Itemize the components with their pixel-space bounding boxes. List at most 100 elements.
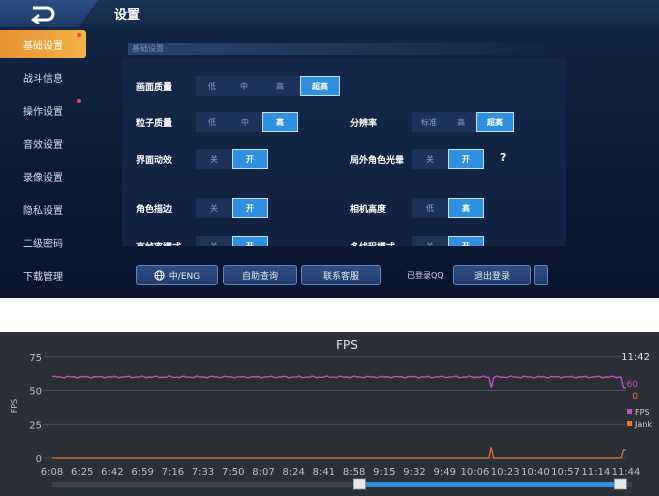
x-tick-label: 8:24 — [282, 467, 304, 478]
setting-label: 局外角色光晕 — [350, 156, 405, 166]
setting-option[interactable]: 关 — [412, 236, 448, 247]
setting-option[interactable]: 开 — [448, 236, 484, 246]
settings-rows: 画面质量低中高超高 粒子质量低中高分辨率 标准高超高 界面动效关开局外角色光晕关开角色… — [100, 34, 648, 246]
logout-label: 退出登录 — [473, 271, 510, 282]
fps-chart: FPS FPS 0 25 50 75 6:08 6:25 6:42 6:59 7:16 7:33 7:5… — [0, 332, 659, 496]
setting-option[interactable]: 开 — [232, 236, 268, 246]
sidebar-item[interactable]: 隐私设置 — [0, 195, 86, 223]
sidebar-item[interactable]: 操作设置 — [0, 96, 86, 124]
setting-option[interactable]: 高 — [446, 112, 476, 132]
setting-label: 角色描边 — [136, 205, 173, 215]
range-handle[interactable] — [352, 478, 366, 490]
login-status: 已登录QQ — [407, 271, 444, 280]
setting-segmented-control: 低中高 — [196, 112, 298, 132]
setting-option[interactable]: 关 — [196, 149, 232, 169]
sidebar-item[interactable]: 二级密码 — [0, 228, 86, 256]
page: 设置 基础设置战斗信息操作设置音效设置录像设置隐私设置二级密码下载管理 基础设置… — [0, 0, 659, 496]
game-settings-window: 设置 基础设置战斗信息操作设置音效设置录像设置隐私设置二级密码下载管理 基础设置… — [0, 0, 659, 298]
y-tick-label: 0 — [36, 454, 42, 465]
notification-dot — [77, 33, 81, 37]
setting-option[interactable]: 高 — [448, 198, 484, 218]
range-handle[interactable] — [614, 478, 627, 490]
fps-chart-svg: FPS FPS 0 25 50 75 6:08 6:25 6:42 6:59 7:16 7:33 7:5… — [10, 338, 652, 490]
setting-segmented-control: 关开 — [196, 198, 268, 218]
self-query-button[interactable]: 自助查询 — [223, 265, 297, 285]
sidebar-item[interactable]: 音效设置 — [0, 129, 86, 157]
x-tick-label: 8:41 — [313, 467, 335, 478]
sidebar-item[interactable]: 录像设置 — [0, 162, 86, 190]
setting-option[interactable]: 关 — [412, 149, 448, 169]
sidebar-item[interactable]: 下载管理 — [0, 261, 86, 289]
setting-option[interactable]: 关 — [196, 236, 232, 247]
contact-support-button[interactable]: 联系客服 — [301, 265, 381, 285]
sidebar-item-label: 录像设置 — [23, 172, 63, 184]
sidebar-item-label: 音效设置 — [23, 139, 63, 151]
setting-option[interactable]: 高 — [262, 112, 298, 132]
y-tick-label: 25 — [29, 420, 42, 431]
globe-icon — [154, 269, 165, 281]
legend-fps-swatch — [627, 409, 632, 414]
back-button[interactable] — [0, 0, 98, 27]
sidebar-item[interactable]: 基础设置 — [0, 30, 86, 58]
chart-title: FPS — [336, 338, 358, 352]
setting-label: 多线程模式 — [350, 240, 395, 246]
legend-fps-label: FPS — [635, 408, 650, 417]
x-tick-label: 6:25 — [71, 467, 93, 478]
x-tick-label: 6:08 — [41, 467, 63, 478]
setting-option[interactable]: 开 — [232, 149, 268, 169]
self-query-label: 自助查询 — [241, 271, 278, 282]
legend-jank-swatch — [627, 421, 632, 426]
settings-sidebar: 基础设置战斗信息操作设置音效设置录像设置隐私设置二级密码下载管理 — [0, 30, 86, 292]
help-icon[interactable]: ? — [500, 151, 506, 164]
setting-label: 粒子质量 — [136, 119, 173, 129]
sidebar-item[interactable]: 战斗信息 — [0, 63, 86, 91]
setting-option[interactable]: 高 — [260, 76, 300, 96]
sidebar-item-label: 操作设置 — [23, 106, 63, 118]
language-label: 中/ENG — [168, 271, 201, 282]
back-arrow-icon — [30, 6, 55, 24]
x-tick-label: 8:07 — [252, 467, 274, 478]
setting-label: 画面质量 — [136, 83, 173, 93]
x-tick-label: 10:40 — [521, 467, 550, 478]
setting-option[interactable]: 开 — [448, 149, 484, 169]
top-bar: 设置 — [0, 0, 659, 27]
setting-option[interactable]: 开 — [232, 198, 268, 218]
setting-segmented-control: 关开 — [196, 236, 268, 246]
sidebar-item-label: 基础设置 — [23, 40, 63, 52]
logout-button[interactable]: 退出登录 — [453, 265, 531, 285]
x-tick-label: 10:23 — [491, 467, 520, 478]
x-tick-label: 8:58 — [343, 467, 365, 478]
x-tick-label: 11:44 — [612, 467, 641, 478]
notification-dot — [77, 99, 81, 103]
setting-segmented-control: 低中高超高 — [196, 76, 340, 96]
x-tick-label: 6:59 — [131, 467, 153, 478]
x-tick-label: 7:50 — [222, 467, 244, 478]
contact-support-label: 联系客服 — [322, 271, 359, 282]
cursor-fps-value: 60 — [627, 380, 639, 390]
x-tick-label: 10:57 — [551, 467, 580, 478]
setting-option[interactable]: 中 — [228, 112, 262, 132]
cursor-time-label: 11:42 — [621, 352, 650, 363]
setting-option[interactable]: 超高 — [300, 76, 340, 96]
setting-segmented-control: 关开 — [412, 149, 484, 169]
language-button[interactable]: 中/ENG — [136, 265, 218, 285]
setting-option[interactable]: 超高 — [476, 112, 514, 132]
setting-option[interactable]: 中 — [228, 76, 260, 96]
y-axis-label: FPS — [10, 399, 19, 414]
y-tick-label: 50 — [29, 387, 42, 398]
x-tick-label: 11:14 — [581, 467, 610, 478]
setting-label: 分辨率 — [350, 119, 378, 129]
x-tick-label: 6:42 — [101, 467, 123, 478]
logout-edge-button[interactable] — [534, 265, 548, 285]
setting-option[interactable]: 低 — [196, 76, 228, 96]
setting-option[interactable]: 低 — [412, 198, 448, 218]
settings-content: 基础设置 画面质量低中高超高 粒子质量低中高分辨率 标准高超高 界面动效关开局外角色光… — [100, 34, 648, 284]
cursor-jank-value: 0 — [632, 392, 638, 402]
setting-option[interactable]: 标准 — [412, 112, 446, 132]
setting-segmented-control: 低高 — [412, 198, 484, 218]
setting-segmented-control: 关开 — [196, 149, 268, 169]
sidebar-item-label: 下载管理 — [23, 271, 63, 283]
setting-option[interactable]: 低 — [196, 112, 228, 132]
setting-option[interactable]: 关 — [196, 198, 232, 218]
x-tick-label: 9:32 — [403, 467, 425, 478]
